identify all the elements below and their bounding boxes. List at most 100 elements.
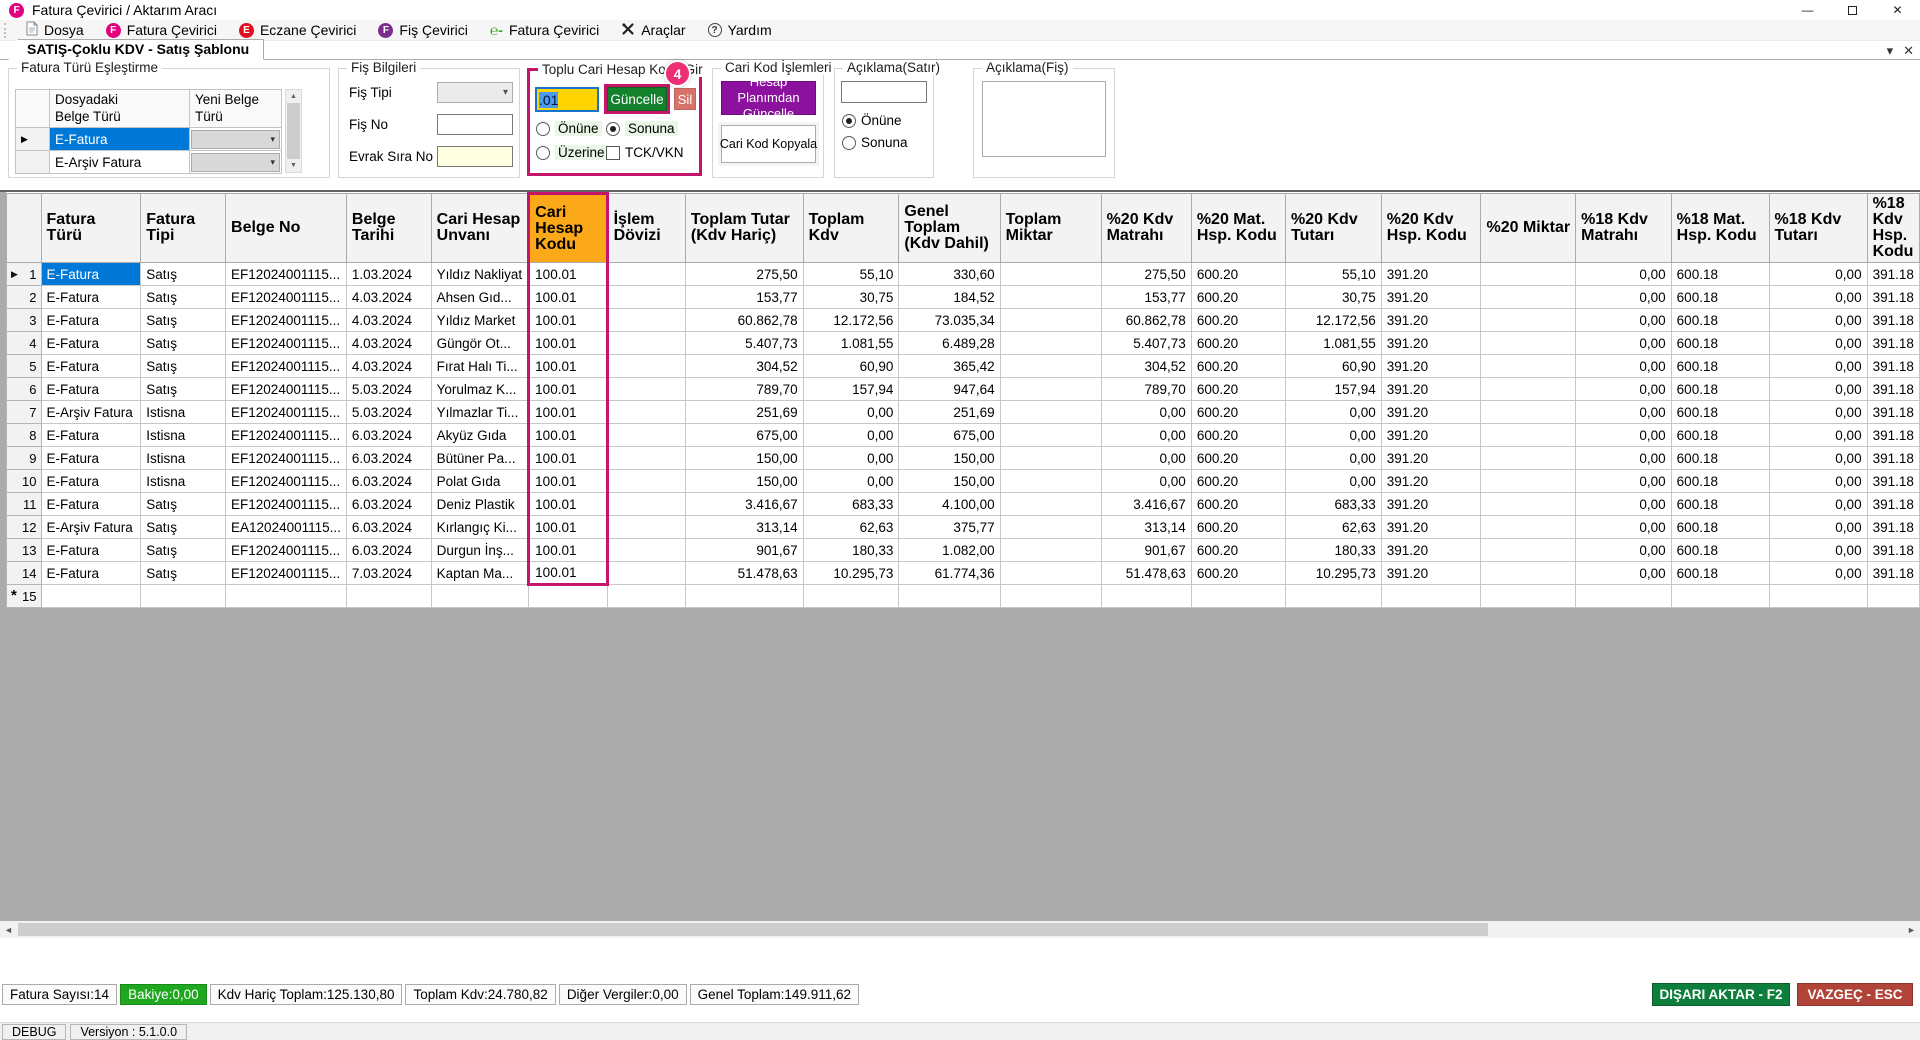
menu-item-e-fatura-cevirici[interactable]: ℮- Fatura Çevirici — [479, 20, 610, 41]
cell[interactable]: 100.01 — [527, 561, 609, 586]
cell[interactable] — [999, 515, 1102, 539]
cell[interactable] — [606, 331, 686, 355]
cell[interactable]: 600.18 — [1670, 423, 1770, 447]
cell[interactable]: 0,00 — [802, 423, 900, 447]
cell[interactable]: 391.18 — [1866, 561, 1920, 585]
cell[interactable]: 0,00 — [1575, 561, 1672, 585]
cell[interactable]: 150,00 — [898, 469, 1001, 493]
column-header[interactable]: Cari Hesap Unvanı — [430, 193, 530, 263]
column-header[interactable]: Toplam Kdv — [802, 193, 900, 263]
cell[interactable]: 313,14 — [1100, 515, 1192, 539]
cell[interactable] — [1575, 584, 1672, 608]
cell[interactable]: 600.20 — [1190, 262, 1287, 286]
cell[interactable]: 275,50 — [1100, 262, 1192, 286]
cell[interactable]: 0,00 — [1100, 423, 1192, 447]
cell[interactable]: 600.20 — [1190, 331, 1287, 355]
column-header[interactable]: %18 Mat. Hsp. Kodu — [1670, 193, 1770, 263]
cell[interactable]: 153,77 — [684, 285, 804, 309]
cell[interactable]: 4.100,00 — [898, 492, 1001, 516]
cell[interactable]: 600.20 — [1190, 492, 1287, 516]
cell[interactable] — [430, 584, 530, 608]
cell[interactable] — [606, 538, 686, 562]
cell[interactable]: EF12024001115... — [225, 423, 347, 447]
cell[interactable]: 600.18 — [1670, 377, 1770, 401]
cell[interactable]: 330,60 — [898, 262, 1001, 286]
cell[interactable]: 600.18 — [1670, 515, 1770, 539]
cell[interactable]: 60.862,78 — [1100, 308, 1192, 332]
cell[interactable]: E-Fatura — [40, 308, 142, 332]
cell[interactable]: 0,00 — [1285, 446, 1382, 470]
cell[interactable]: E-Fatura — [40, 538, 142, 562]
cell[interactable] — [1768, 584, 1868, 608]
cell[interactable] — [1480, 423, 1577, 447]
cell[interactable]: 150,00 — [684, 469, 804, 493]
cell[interactable] — [606, 446, 686, 470]
cell[interactable]: 391.20 — [1380, 308, 1482, 332]
cell[interactable]: 157,94 — [802, 377, 900, 401]
cell[interactable]: Durgun İnş... — [430, 538, 530, 562]
cell[interactable]: EF12024001115... — [225, 446, 347, 470]
cell[interactable]: 100.01 — [527, 446, 609, 470]
cell[interactable]: Ahsen Gıd... — [430, 285, 530, 309]
cell[interactable]: 100.01 — [527, 285, 609, 309]
cell[interactable] — [606, 377, 686, 401]
radio-satir-sonuna[interactable]: Sonuna — [842, 135, 908, 150]
cell[interactable] — [1480, 377, 1577, 401]
cell[interactable] — [1480, 354, 1577, 378]
cell[interactable]: 0,00 — [1768, 515, 1868, 539]
aciklama-fis-textarea[interactable] — [982, 81, 1106, 157]
cell[interactable]: 0,00 — [1768, 354, 1868, 378]
mapping-doc-type-cell[interactable]: E-Fatura — [49, 127, 190, 151]
cell[interactable]: 304,52 — [684, 354, 804, 378]
cell[interactable]: 5.407,73 — [684, 331, 804, 355]
column-header[interactable]: Fatura Tipi — [140, 193, 227, 263]
cell[interactable]: 6.03.2024 — [345, 469, 432, 493]
scroll-thumb[interactable] — [287, 103, 300, 159]
cell[interactable]: E-Fatura — [40, 285, 142, 309]
cell[interactable]: Yorulmaz K... — [430, 377, 530, 401]
scroll-thumb[interactable] — [18, 923, 1488, 936]
fis-no-input[interactable] — [437, 114, 513, 135]
cell[interactable]: 0,00 — [1575, 446, 1672, 470]
cell[interactable]: 100.01 — [527, 354, 609, 378]
row-header[interactable]: 9 — [6, 446, 42, 470]
cell[interactable]: 0,00 — [1575, 538, 1672, 562]
cell[interactable]: 0,00 — [1575, 285, 1672, 309]
column-header[interactable]: Cari Hesap Kodu — [527, 192, 609, 263]
cell[interactable]: Satış — [140, 331, 227, 355]
cell[interactable]: E-Arşiv Fatura — [40, 515, 142, 539]
cell[interactable]: 51.478,63 — [684, 561, 804, 585]
cell[interactable]: 0,00 — [802, 446, 900, 470]
cell[interactable]: 61.774,36 — [898, 561, 1001, 585]
cell[interactable]: 10.295,73 — [1285, 561, 1382, 585]
cell[interactable] — [606, 285, 686, 309]
cell[interactable]: 100.01 — [527, 308, 609, 332]
cell[interactable]: Satış — [140, 354, 227, 378]
cell[interactable]: 157,94 — [1285, 377, 1382, 401]
cell[interactable]: 391.18 — [1866, 515, 1920, 539]
row-header[interactable]: 11 — [6, 492, 42, 516]
cell[interactable] — [684, 584, 804, 608]
scroll-up-icon[interactable]: ▲ — [290, 93, 297, 100]
cell[interactable]: 0,00 — [1575, 492, 1672, 516]
cell[interactable]: EF12024001115... — [225, 538, 347, 562]
cell[interactable]: 600.20 — [1190, 515, 1287, 539]
cell[interactable]: 365,42 — [898, 354, 1001, 378]
cell[interactable]: 4.03.2024 — [345, 308, 432, 332]
cell[interactable]: 180,33 — [802, 538, 900, 562]
cell[interactable]: E-Fatura — [40, 377, 142, 401]
cell[interactable]: 0,00 — [1575, 262, 1672, 286]
cell[interactable]: 391.18 — [1866, 262, 1920, 286]
cell[interactable]: Satış — [140, 285, 227, 309]
cell[interactable]: 304,52 — [1100, 354, 1192, 378]
column-header[interactable]: Fatura Türü — [40, 193, 142, 263]
fis-tipi-select[interactable]: ▾ — [437, 82, 513, 103]
column-header[interactable]: Toplam Tutar (Kdv Hariç) — [684, 193, 804, 263]
aciklama-satir-input[interactable] — [841, 81, 927, 103]
cell[interactable]: 600.20 — [1190, 469, 1287, 493]
cell[interactable]: 30,75 — [1285, 285, 1382, 309]
cell[interactable]: Deniz Plastik — [430, 492, 530, 516]
cell[interactable]: 0,00 — [1575, 331, 1672, 355]
cell[interactable]: 391.18 — [1866, 354, 1920, 378]
cell[interactable]: 600.18 — [1670, 262, 1770, 286]
